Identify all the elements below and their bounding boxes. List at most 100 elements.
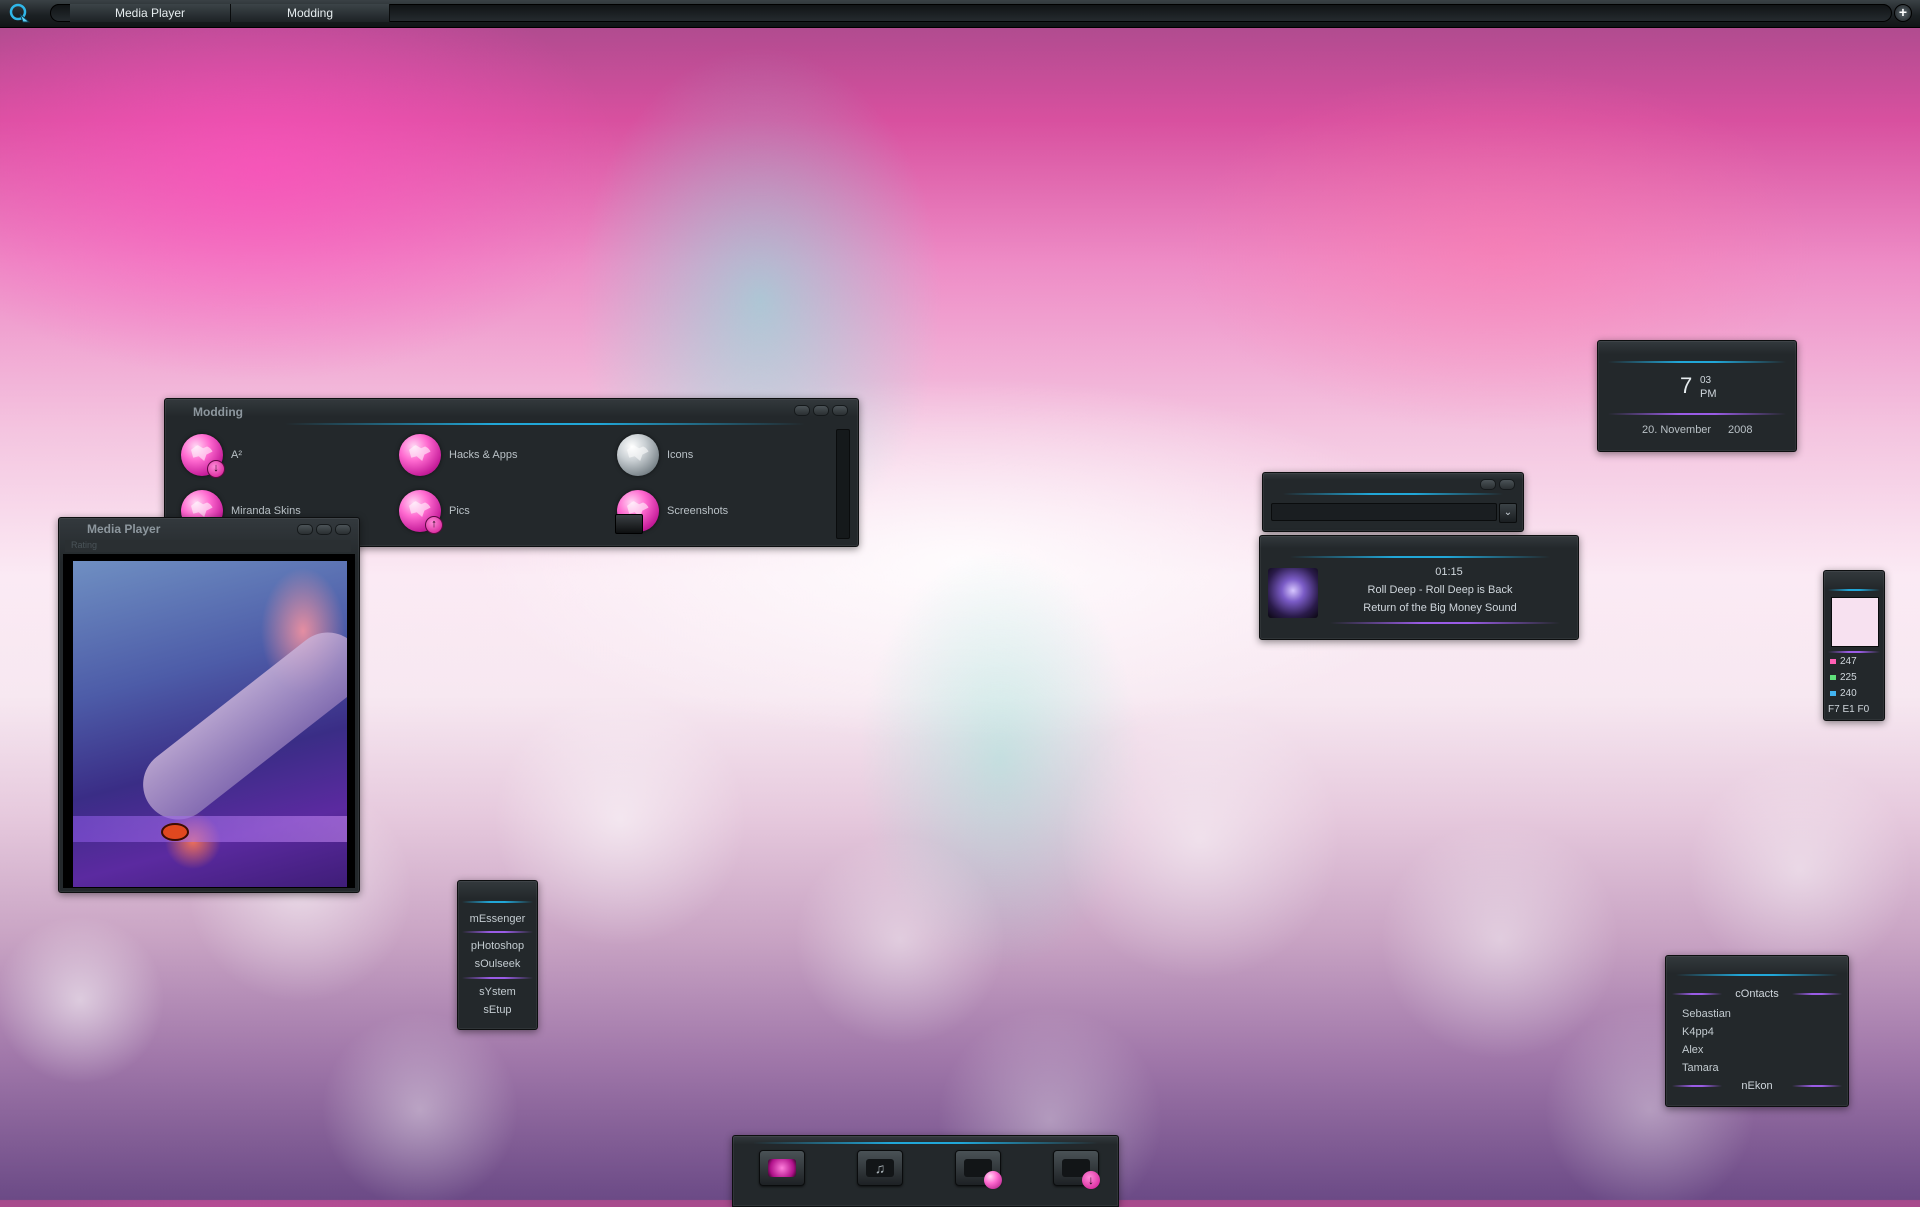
close-button[interactable]	[1499, 479, 1515, 490]
search-input[interactable]	[1271, 503, 1497, 521]
album-art-icon[interactable]	[1268, 568, 1318, 618]
contact-item[interactable]: Sebastian	[1682, 1008, 1731, 1020]
green-channel-field[interactable]: 225	[1830, 672, 1878, 684]
contact-item[interactable]: Alex	[1682, 1044, 1703, 1056]
clock-widget: 7 03 PM 20. November 2008	[1597, 340, 1797, 452]
red-channel-field[interactable]: 247	[1830, 656, 1878, 668]
music-note-icon: ♫	[866, 1159, 894, 1177]
upload-arrow-icon: ↑	[425, 516, 443, 534]
modding-item-icons[interactable]: Icons	[617, 434, 693, 476]
contact-item[interactable]: K4pp4	[1682, 1026, 1714, 1038]
taskbar-button-media-player[interactable]: Media Player	[70, 4, 231, 22]
dropdown-chevron-icon[interactable]: ⌄	[1499, 503, 1517, 523]
color-picker-widget: 247 225 240 F7 E1 F0	[1823, 570, 1885, 721]
title-glow-line	[285, 423, 805, 425]
media-player-subtitle: Rating	[71, 540, 98, 550]
now-playing-widget: 01:15 Roll Deep - Roll Deep is Back Retu…	[1259, 535, 1579, 640]
now-playing-progress[interactable]	[1330, 622, 1560, 624]
modding-item-label: Icons	[667, 449, 694, 461]
video-content	[73, 816, 347, 842]
contacts-top-line	[1676, 974, 1838, 976]
window-controls	[794, 405, 848, 416]
modding-item-label: Miranda Skins	[231, 505, 301, 517]
modding-item-screenshots[interactable]: Screenshots	[615, 490, 729, 534]
modding-item-label: Screenshots	[667, 505, 729, 517]
top-taskbar: Media Player Modding +	[0, 0, 1920, 28]
folder-icon	[615, 514, 643, 534]
modding-item-hacks-apps[interactable]: Hacks & Apps	[399, 434, 517, 476]
green-channel-icon	[1830, 675, 1836, 680]
media-player-toolbar: Rating	[65, 540, 351, 552]
now-playing-top-line	[1290, 556, 1550, 558]
start-orb-icon[interactable]	[8, 2, 30, 24]
now-playing-time: 01:15	[1435, 566, 1463, 578]
blue-channel-value: 240	[1840, 688, 1857, 699]
modding-scrollbar[interactable]	[836, 429, 850, 539]
now-playing-track: Roll Deep - Roll Deep is Back	[1367, 584, 1513, 596]
contacts-footer[interactable]: nEkon	[1666, 1080, 1848, 1092]
video-content	[129, 618, 347, 834]
search-top-line	[1283, 493, 1503, 495]
pictures-preview	[768, 1159, 796, 1177]
pink-globe-icon	[399, 434, 441, 476]
clock-top-line	[1608, 361, 1786, 363]
window-controls	[1480, 479, 1515, 490]
modding-item-label: Hacks & Apps	[449, 449, 518, 461]
maximize-button[interactable]	[813, 405, 829, 416]
launcher-item-system[interactable]: sYstem	[458, 986, 537, 998]
launcher-divider	[462, 977, 533, 979]
green-channel-value: 225	[1840, 672, 1857, 683]
modding-item-label: A²	[231, 449, 242, 461]
hex-value: F7 E1 F0	[1828, 704, 1870, 715]
pink-globe-icon	[984, 1171, 1002, 1189]
minimize-button[interactable]	[794, 405, 810, 416]
modding-item-a2[interactable]: ↓ A²	[181, 434, 242, 478]
launcher-item-setup[interactable]: sEtup	[458, 1004, 537, 1016]
tray-add-icon[interactable]: +	[1894, 4, 1912, 22]
close-button[interactable]	[832, 405, 848, 416]
blue-channel-icon	[1830, 691, 1836, 696]
launcher-divider	[462, 931, 533, 933]
contacts-title: cOntacts	[1735, 988, 1779, 1000]
contacts-widget: cOntacts Sebastian K4pp4 Alex Tamara nEk…	[1665, 955, 1849, 1107]
color-picker-top-line	[1828, 589, 1880, 591]
launcher-menu: mEssenger pHotoshop sOulseek sYstem sEtu…	[457, 880, 538, 1030]
download-drive-icon[interactable]: ↓	[1053, 1150, 1100, 1189]
download-arrow-icon: ↓	[1082, 1171, 1100, 1189]
media-player-video[interactable]	[73, 561, 347, 887]
now-playing-album: Return of the Big Money Sound	[1363, 602, 1517, 614]
maximize-button[interactable]	[316, 524, 332, 535]
modding-item-label: Pics	[449, 505, 470, 517]
clock-ampm: PM	[1700, 388, 1717, 400]
clock-hour: 7	[1680, 373, 1693, 398]
color-picker-divider	[1828, 651, 1880, 653]
pictures-drive-icon[interactable]	[759, 1150, 805, 1186]
bottom-dock: ♫ ↓	[732, 1135, 1119, 1207]
close-button[interactable]	[335, 524, 351, 535]
dock-top-line	[753, 1142, 1098, 1144]
blue-channel-field[interactable]: 240	[1830, 688, 1878, 700]
red-channel-icon	[1830, 659, 1836, 664]
color-swatch[interactable]	[1831, 597, 1879, 647]
media-player-title: Media Player	[87, 522, 161, 536]
pink-globe-icon: ↓	[181, 434, 225, 478]
launcher-top-line	[462, 901, 533, 903]
clock-date: 20. November	[1642, 424, 1712, 436]
music-drive-icon[interactable]: ♫	[857, 1150, 903, 1186]
launcher-item-photoshop[interactable]: pHotoshop	[458, 940, 537, 952]
launcher-item-messenger[interactable]: mEssenger	[458, 913, 537, 925]
clock-divider	[1608, 413, 1786, 415]
pink-globe-icon	[615, 490, 659, 534]
clock-year: 2008	[1728, 424, 1753, 436]
minimize-button[interactable]	[1480, 479, 1496, 490]
clock-minute: 03	[1700, 375, 1712, 386]
web-drive-icon[interactable]	[955, 1150, 1002, 1189]
taskbar-button-modding[interactable]: Modding	[231, 4, 390, 22]
modding-window-title: Modding	[193, 405, 243, 419]
modding-item-pics[interactable]: ↑ Pics	[399, 490, 470, 534]
minimize-button[interactable]	[297, 524, 313, 535]
pink-globe-icon: ↑	[399, 490, 443, 534]
ladybug-image	[161, 823, 189, 841]
launcher-item-soulseek[interactable]: sOulseek	[458, 958, 537, 970]
contact-item[interactable]: Tamara	[1682, 1062, 1719, 1074]
